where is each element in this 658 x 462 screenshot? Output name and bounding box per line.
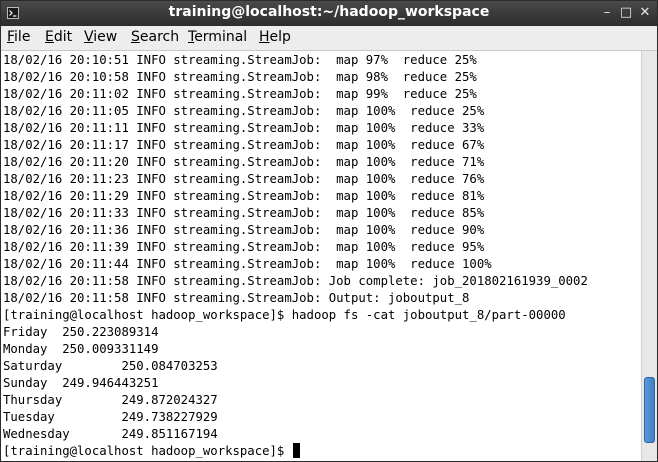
maximize-button[interactable]: □ <box>618 5 634 21</box>
menu-label-rest: ile <box>14 29 31 45</box>
terminal-line: Thursday 249.872024327 <box>3 393 218 407</box>
menu-mnemonic: V <box>84 29 94 45</box>
close-icon: ✕ <box>639 5 651 20</box>
terminal-line: Tuesday 249.738227929 <box>3 410 218 424</box>
menu-file[interactable]: File <box>7 29 30 45</box>
prompt-line[interactable]: [training@localhost hadoop_workspace]$ <box>3 443 300 460</box>
terminal-line: Wednesday 249.851167194 <box>3 427 218 441</box>
menu-mnemonic: S <box>131 29 140 45</box>
menu-view[interactable]: View <box>84 29 117 45</box>
scrollbar-thumb[interactable] <box>644 376 655 444</box>
menu-label-rest: elp <box>269 29 291 45</box>
terminal-line: 18/02/16 20:11:23 INFO streaming.StreamJ… <box>3 172 485 186</box>
maximize-icon: □ <box>619 5 633 20</box>
terminal-line: 18/02/16 20:11:58 INFO streaming.StreamJ… <box>3 291 470 305</box>
terminal-line: Sunday 249.946443251 <box>3 376 159 390</box>
terminal-line: 18/02/16 20:11:02 INFO streaming.StreamJ… <box>3 87 477 101</box>
menu-help[interactable]: Help <box>259 29 291 45</box>
menu-label-rest: erminal <box>194 29 248 45</box>
terminal-line: 18/02/16 20:11:20 INFO streaming.StreamJ… <box>3 155 485 169</box>
menu-edit[interactable]: Edit <box>45 29 72 45</box>
terminal-line: Saturday 250.084703253 <box>3 359 218 373</box>
minimize-button[interactable]: – <box>599 5 615 21</box>
terminal-line: 18/02/16 20:11:36 INFO streaming.StreamJ… <box>3 223 485 237</box>
terminal-line: 18/02/16 20:10:51 INFO streaming.StreamJ… <box>3 53 477 67</box>
shell-prompt: [training@localhost hadoop_workspace]$ <box>3 444 292 458</box>
terminal-line: 18/02/16 20:11:33 INFO streaming.StreamJ… <box>3 206 485 220</box>
vertical-scrollbar[interactable] <box>641 51 657 461</box>
menu-search[interactable]: Search <box>131 29 179 45</box>
menu-label-rest: dit <box>53 29 73 45</box>
terminal-output[interactable]: 18/02/16 20:10:51 INFO streaming.StreamJ… <box>1 51 641 461</box>
window-title: training@localhost:~/hadoop_workspace <box>168 4 490 20</box>
text-cursor <box>292 443 300 458</box>
terminal-line: 18/02/16 20:11:05 INFO streaming.StreamJ… <box>3 104 485 118</box>
menu-mnemonic: E <box>45 29 54 45</box>
terminal-line: 18/02/16 20:10:58 INFO streaming.StreamJ… <box>3 70 477 84</box>
title-bar[interactable]: training@localhost:~/hadoop_workspace – … <box>1 1 657 26</box>
menu-mnemonic: F <box>7 29 15 45</box>
terminal-line: Friday 250.223089314 <box>3 325 159 339</box>
terminal-line: 18/02/16 20:11:17 INFO streaming.StreamJ… <box>3 138 485 152</box>
terminal-line: 18/02/16 20:11:11 INFO streaming.StreamJ… <box>3 121 485 135</box>
terminal-line: 18/02/16 20:11:44 INFO streaming.StreamJ… <box>3 257 492 271</box>
menu-terminal[interactable]: Terminal <box>188 29 247 45</box>
terminal-line: 18/02/16 20:11:58 INFO streaming.StreamJ… <box>3 274 588 288</box>
terminal-window: training@localhost:~/hadoop_workspace – … <box>0 0 658 462</box>
menu-mnemonic: H <box>259 29 270 45</box>
terminal-line: 18/02/16 20:11:29 INFO streaming.StreamJ… <box>3 189 485 203</box>
terminal-line: [training@localhost hadoop_workspace]$ h… <box>3 308 566 322</box>
menu-label-rest: earch <box>139 29 180 45</box>
close-button[interactable]: ✕ <box>637 5 653 21</box>
terminal-line: Monday 250.009331149 <box>3 342 159 356</box>
minimize-icon: – <box>603 5 611 20</box>
menu-bar: File Edit View Search Terminal Help <box>1 26 657 51</box>
terminal-line: 18/02/16 20:11:39 INFO streaming.StreamJ… <box>3 240 485 254</box>
menu-label-rest: iew <box>93 29 118 45</box>
